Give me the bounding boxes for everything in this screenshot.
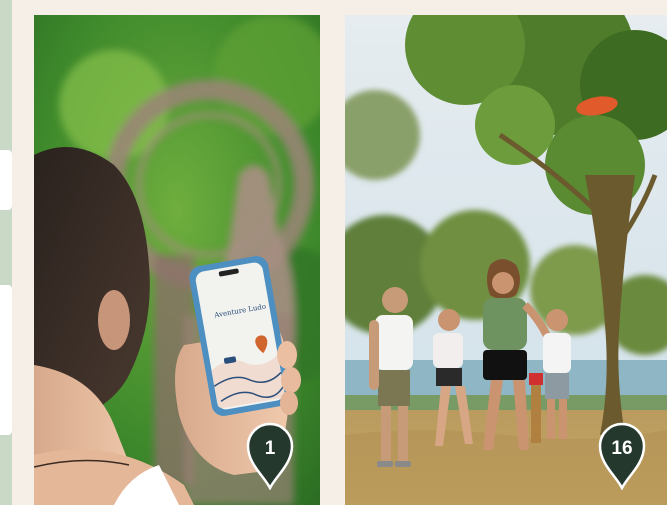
strip-notch bbox=[0, 285, 12, 435]
map-pin-16[interactable]: 16 bbox=[598, 420, 646, 490]
previous-card-edge bbox=[0, 0, 12, 505]
map-pin-1[interactable]: 1 bbox=[246, 420, 294, 490]
pin-number: 16 bbox=[611, 438, 633, 459]
pin-number: 1 bbox=[264, 438, 276, 459]
strip-notch bbox=[0, 150, 12, 210]
